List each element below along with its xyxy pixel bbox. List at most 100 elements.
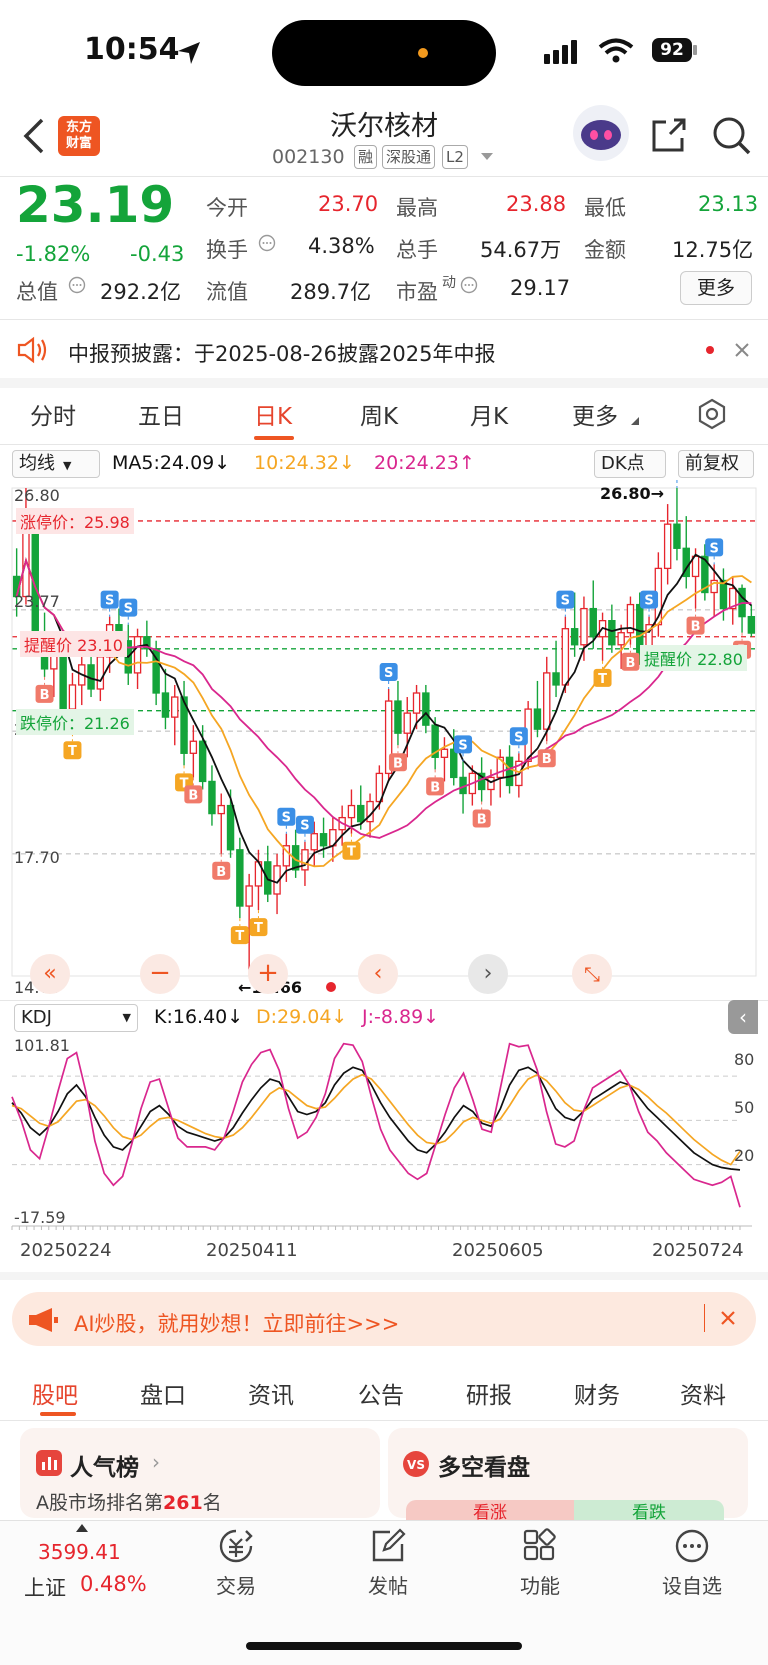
- bear-bar[interactable]: 看跌: [574, 1500, 724, 1520]
- kdj-select[interactable]: KDJ ▼: [14, 1004, 138, 1032]
- x-label-1: 20250224: [20, 1240, 112, 1261]
- signal-buy-label: B: [430, 780, 440, 795]
- info-icon[interactable]: [258, 234, 276, 252]
- nav-add-watchlist[interactable]: 设自选: [642, 1570, 742, 1599]
- close-icon[interactable]: [734, 342, 750, 358]
- x-label-3: 20250605: [452, 1240, 544, 1261]
- zoom-out-button[interactable]: −: [140, 954, 180, 994]
- search-icon[interactable]: [712, 116, 752, 156]
- megaphone-icon: [29, 1308, 58, 1332]
- more-button[interactable]: 更多: [680, 271, 752, 305]
- svg-text:VS: VS: [407, 1458, 425, 1472]
- nav-functions[interactable]: 功能: [490, 1570, 590, 1599]
- candle-body: [608, 620, 616, 646]
- share-icon[interactable]: [650, 116, 688, 154]
- section-gap: [0, 1272, 768, 1280]
- kdj-j-line: [11, 1042, 741, 1208]
- candle-body: [505, 756, 514, 787]
- stock-code: 002130: [272, 146, 345, 168]
- battery-cap: [693, 45, 697, 55]
- adjust-button[interactable]: 前复权: [678, 450, 754, 478]
- candle-body: [208, 780, 216, 815]
- indicator-select[interactable]: 均线 ▼: [12, 450, 100, 478]
- tag-margin: 融: [354, 145, 378, 169]
- low-value: 23.13: [698, 192, 759, 216]
- high-value: 23.88: [506, 192, 567, 216]
- chevron-right-icon: ›: [152, 1450, 160, 1474]
- candle-body: [198, 740, 207, 783]
- nav-trade[interactable]: 交易: [186, 1570, 286, 1599]
- tab-monthly-k[interactable]: 月K: [470, 397, 508, 431]
- ma10-legend: 10:24.32↓: [254, 452, 355, 474]
- settings-icon[interactable]: [696, 398, 728, 430]
- float-label: 流值: [206, 280, 248, 304]
- dynamic-island: [272, 20, 496, 86]
- candlestick-chart[interactable]: BTSSTBBTTSSTSBBSBSBSTBSSBSB: [0, 480, 768, 996]
- pe-sup: 动: [442, 275, 456, 291]
- collapse-panel-button[interactable]: ‹: [728, 1000, 758, 1034]
- candle-body: [310, 833, 318, 851]
- candle-body: [189, 740, 198, 754]
- tab-announcements[interactable]: 公告: [358, 1376, 404, 1410]
- prev-button[interactable]: ‹: [358, 954, 398, 994]
- close-icon[interactable]: [720, 1310, 736, 1326]
- tab-forum[interactable]: 股吧: [32, 1376, 78, 1410]
- tab-finance[interactable]: 财务: [574, 1376, 620, 1410]
- candle-body: [440, 748, 449, 758]
- tab-intraday[interactable]: 分时: [30, 397, 76, 431]
- trade-icon[interactable]: [218, 1528, 254, 1564]
- dk-point-button[interactable]: DK点: [594, 450, 666, 478]
- tab-news[interactable]: 资讯: [248, 1376, 294, 1410]
- candle-body: [161, 692, 170, 718]
- ai-banner-text[interactable]: AI炒股，就用妙想！立即前往>>>: [74, 1308, 399, 1338]
- info-icon[interactable]: [460, 276, 478, 294]
- rewind-button[interactable]: «: [30, 954, 70, 994]
- x-label-4: 20250724: [652, 1240, 744, 1261]
- battery-level: 92: [652, 38, 692, 62]
- fullscreen-button[interactable]: ⤡: [572, 954, 612, 994]
- apps-icon[interactable]: [522, 1528, 558, 1564]
- nav-post[interactable]: 发帖: [338, 1570, 438, 1599]
- tab-research[interactable]: 研报: [466, 1376, 512, 1410]
- y-label-top: 26.80: [14, 486, 60, 505]
- dropdown-icon[interactable]: [480, 152, 494, 162]
- chart-bar-icon: [36, 1450, 62, 1476]
- tab-five-day[interactable]: 五日: [138, 397, 184, 431]
- candle-body: [217, 804, 225, 815]
- signal-sell-label: S: [561, 594, 570, 609]
- kdj-k-line: [11, 1066, 741, 1171]
- x-label-2: 20250411: [206, 1240, 298, 1261]
- tab-more[interactable]: 更多: [572, 397, 618, 431]
- notice-text[interactable]: 中报预披露：于2025-08-26披露2025年中报: [68, 338, 495, 368]
- tag-connect: 深股通: [382, 145, 436, 169]
- kdj-chart[interactable]: [0, 1036, 768, 1272]
- zoom-in-button[interactable]: +: [248, 954, 288, 994]
- tab-orderbook[interactable]: 盘口: [140, 1376, 186, 1410]
- change-amount: -0.43: [130, 242, 185, 266]
- turnover-label: 换手: [206, 238, 248, 262]
- amount-label: 金额: [584, 238, 626, 262]
- change-percent: -1.82%: [16, 242, 91, 266]
- signal-t-label: T: [235, 929, 244, 944]
- tab-daily-k[interactable]: 日K: [254, 397, 292, 431]
- volume-label: 总手: [396, 238, 438, 262]
- info-icon[interactable]: [68, 276, 86, 294]
- bull-bar[interactable]: 看涨: [406, 1500, 574, 1520]
- notice-unread-dot: [706, 346, 714, 354]
- signal-sell-label: S: [105, 594, 114, 609]
- low-label: 最低: [584, 196, 626, 220]
- more-dots-icon[interactable]: [674, 1528, 710, 1564]
- active-tab-indicator: [254, 436, 294, 440]
- tab-profile[interactable]: 资料: [680, 1376, 726, 1410]
- tab-weekly-k[interactable]: 周K: [360, 397, 398, 431]
- compose-icon[interactable]: [370, 1528, 406, 1564]
- index-value[interactable]: 3599.41: [38, 1540, 121, 1564]
- candle-body: [245, 885, 253, 907]
- next-button[interactable]: ›: [468, 954, 508, 994]
- bottom-tab-indicator: [40, 1412, 76, 1416]
- corner-arrow-icon: [631, 417, 639, 425]
- today-dot: [326, 982, 336, 992]
- d-legend: D:29.04↓: [256, 1006, 348, 1028]
- robot-assistant-icon[interactable]: [572, 104, 630, 162]
- candle-body: [617, 632, 625, 646]
